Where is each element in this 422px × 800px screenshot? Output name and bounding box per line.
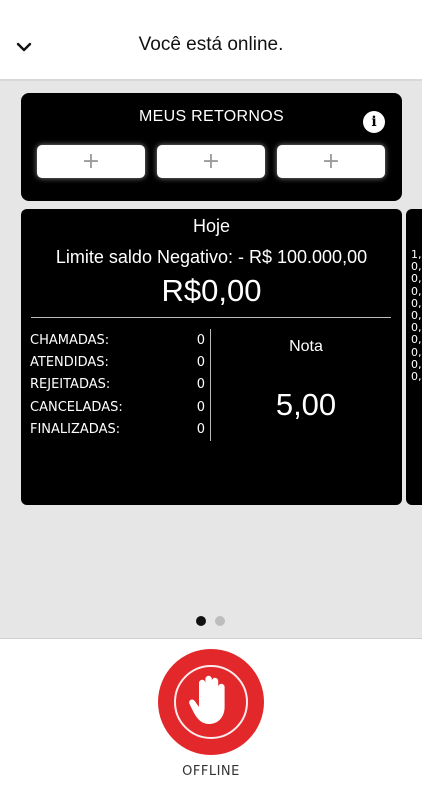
returns-title: MEUS RETORNOS: [139, 108, 284, 125]
negative-limit: Limite saldo Negativo: - R$ 100.000,00: [55, 247, 368, 267]
peek-value: 0,: [411, 272, 422, 286]
stat-label: FINALIZADAS:: [30, 422, 121, 437]
stat-value: 0: [196, 422, 205, 437]
peek-value: 0,: [411, 284, 422, 298]
peek-value: 0,: [411, 345, 422, 359]
balance-value: R$0,00: [161, 273, 262, 308]
info-icon[interactable]: i: [363, 111, 385, 133]
stat-label: CHAMADAS:: [30, 333, 110, 348]
rating-label: Nota: [289, 338, 323, 355]
header-divider: [0, 79, 422, 81]
stat-row: CHAMADAS: 0: [30, 333, 205, 348]
pager-dot[interactable]: [215, 616, 225, 626]
bottom-bar: OFFLINE: [0, 638, 422, 800]
stat-value: 0: [196, 355, 205, 370]
return-slot-1[interactable]: +: [37, 145, 145, 178]
summary-card[interactable]: Hoje Limite saldo Negativo: - R$ 100.000…: [21, 209, 402, 505]
next-card-peek[interactable]: 1, 0, 0, 0, 0, 0, 0, 0, 0, 0, 0,: [406, 209, 422, 505]
return-slot-2[interactable]: +: [157, 145, 265, 178]
pager-dot-active[interactable]: [196, 616, 206, 626]
stat-value: 0: [196, 333, 205, 348]
pager-dots: [196, 616, 226, 626]
stat-row: FINALIZADAS: 0: [30, 422, 205, 437]
stat-row: ATENDIDAS: 0: [30, 355, 205, 370]
stat-value: 0: [196, 377, 205, 392]
card-divider: [31, 317, 391, 318]
stat-value: 0: [196, 400, 205, 415]
status-title: Você está online.: [138, 34, 284, 55]
stat-row: CANCELADAS: 0: [30, 400, 205, 415]
hand-stop-icon: [189, 675, 225, 724]
peek-value: 0,: [411, 333, 422, 347]
stat-row: REJEITADAS: 0: [30, 377, 205, 392]
offline-button[interactable]: [158, 649, 264, 755]
stat-label: CANCELADAS:: [30, 400, 123, 415]
rating-value: 5,00: [275, 387, 337, 422]
return-slot-3[interactable]: +: [277, 145, 385, 178]
peek-value: 0,: [411, 370, 422, 384]
top-bar: Você está online.: [0, 0, 422, 80]
returns-panel: MEUS RETORNOS i + + +: [21, 93, 402, 201]
period-label: Hoje: [192, 216, 231, 236]
offline-label: OFFLINE: [182, 764, 240, 779]
stat-label: ATENDIDAS:: [30, 355, 109, 370]
stat-label: REJEITADAS:: [30, 377, 111, 392]
